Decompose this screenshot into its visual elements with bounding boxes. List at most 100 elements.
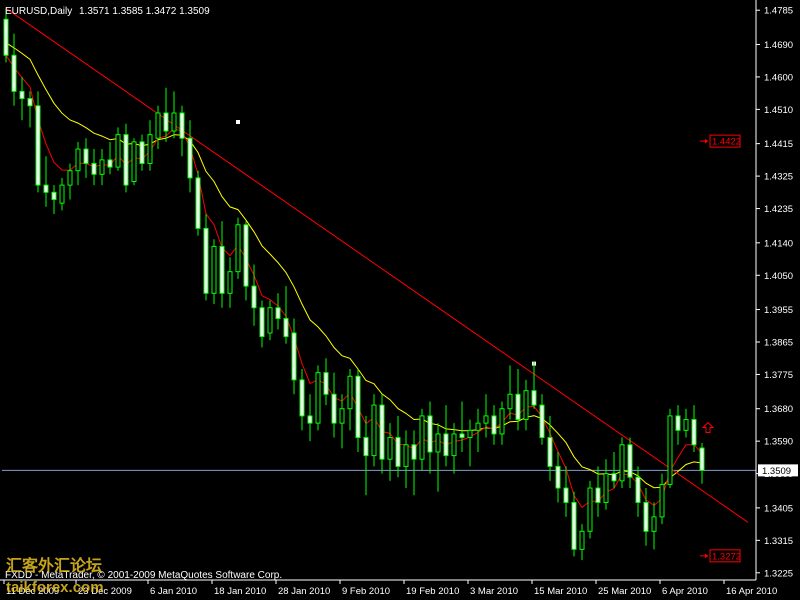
candle-body-bull xyxy=(115,134,121,168)
y-tick-label: 1.3680 xyxy=(764,404,793,415)
candle-body-bull xyxy=(603,473,609,503)
candle-body-bear xyxy=(331,393,337,424)
candle-body-bull xyxy=(619,444,625,482)
candle[interactable] xyxy=(35,91,41,193)
candle[interactable] xyxy=(195,170,201,236)
candle-body-bull xyxy=(667,415,673,485)
candle-body-bear xyxy=(675,415,681,431)
candle-body-bear xyxy=(411,444,417,460)
candle-body-bear xyxy=(363,437,369,457)
candle-body-bear xyxy=(699,447,705,471)
x-tick-label: 28 Jan 2010 xyxy=(278,586,330,597)
candle-body-bear xyxy=(43,184,49,193)
candle-body-bear xyxy=(51,191,57,201)
candle-body-bull xyxy=(659,483,665,518)
candle[interactable] xyxy=(371,394,377,467)
price-chart[interactable]: 1.4422 1.3272 1.4785 1.4690 1.4600 1.4510 1.4… xyxy=(0,0,800,600)
candle-body-bear xyxy=(459,433,465,439)
candle-body-bear xyxy=(427,415,433,453)
candle-body-bear xyxy=(195,177,201,229)
candle-body-bear xyxy=(635,476,641,503)
candle-body-bear xyxy=(555,465,561,489)
x-tick-label: 25 Mar 2010 xyxy=(598,586,651,597)
candle-body-bull xyxy=(147,134,153,164)
candle-body-bear xyxy=(139,141,145,164)
candle-body-bear xyxy=(291,332,297,381)
y-tick-label: 1.3405 xyxy=(764,503,793,514)
candle-body-bear xyxy=(515,393,521,421)
candle-body-bull xyxy=(227,271,233,294)
candle[interactable] xyxy=(131,138,137,186)
candle-body-bear xyxy=(251,285,257,309)
y-tick-label: 1.4235 xyxy=(764,204,793,215)
candle-body-bull xyxy=(347,375,353,410)
candle-body-bull xyxy=(235,224,241,273)
candle-body-bull xyxy=(131,141,137,183)
y-tick-label: 1.4785 xyxy=(764,6,793,17)
current-price-label: 1.3509 xyxy=(762,466,791,477)
candle-body-bull xyxy=(587,487,593,532)
candle-body-bull xyxy=(267,307,273,334)
candle-body-bear xyxy=(275,307,281,320)
level-label: 1.4422 xyxy=(712,137,741,148)
candle[interactable] xyxy=(235,217,241,279)
candle-body-bear xyxy=(563,487,569,503)
candle-body-bear xyxy=(259,307,265,338)
candle-body-bear xyxy=(643,501,649,532)
candle[interactable] xyxy=(587,480,593,539)
level-label: 1.3272 xyxy=(712,551,741,562)
candle-body-bull xyxy=(523,390,529,421)
candle-body-bear xyxy=(491,415,497,435)
candle-body-bull xyxy=(683,419,689,431)
candle-body-bear xyxy=(547,437,553,467)
y-tick-label: 1.3775 xyxy=(764,370,793,381)
candle-body-bull xyxy=(651,516,657,532)
candle-body-bull xyxy=(67,170,73,186)
candle-body-bull xyxy=(467,429,473,439)
candle-body-bear xyxy=(395,437,401,467)
candle-body-bear xyxy=(19,90,25,100)
y-tick-label: 1.4140 xyxy=(764,238,793,249)
y-tick-label: 1.3315 xyxy=(764,536,793,547)
candle-body-bear xyxy=(323,372,329,395)
candle-body-bear xyxy=(83,148,89,164)
candle-body-bull xyxy=(171,112,177,132)
candle-body-bull xyxy=(211,245,217,294)
x-tick-label: 18 Jan 2010 xyxy=(214,586,266,597)
y-tick-label: 1.4415 xyxy=(764,139,793,150)
candle-body-bear xyxy=(299,379,305,417)
candle-body-bull xyxy=(99,159,105,175)
candle-body-bear xyxy=(107,159,113,168)
candle-body-bear xyxy=(123,134,129,186)
candle-body-bear xyxy=(539,404,545,439)
symbol-timeframe: EURUSD,Daily xyxy=(5,6,72,17)
x-tick-label: 19 Feb 2010 xyxy=(406,586,459,597)
candle-body-bull xyxy=(387,437,393,460)
candle-body-bear xyxy=(355,375,361,439)
trend-anchor-marker[interactable] xyxy=(236,120,240,125)
watermark-cn: 汇客外汇论坛 xyxy=(6,556,102,575)
y-tick-label: 1.4600 xyxy=(764,72,793,83)
candle-body-bull xyxy=(475,422,481,431)
candle-body-bull xyxy=(403,444,409,467)
candle-body-bear xyxy=(179,112,185,139)
x-tick-label: 16 Apr 2010 xyxy=(726,586,777,597)
candle-body-bull xyxy=(371,404,377,457)
x-tick-label: 3 Mar 2010 xyxy=(470,586,518,597)
candle-body-bull xyxy=(451,433,457,457)
candle[interactable] xyxy=(667,408,673,489)
candle[interactable] xyxy=(315,365,321,431)
candle-body-bull xyxy=(315,372,321,424)
candle-body-bear xyxy=(691,419,697,446)
candle-body-bull xyxy=(155,112,161,139)
candle-body-bear xyxy=(35,105,41,186)
x-tick-label: 6 Apr 2010 xyxy=(662,586,708,597)
candle-body-bear xyxy=(595,487,601,503)
candle-body-bear xyxy=(203,227,209,294)
candle-body-bear xyxy=(627,444,633,478)
candle-body-bull xyxy=(499,408,505,435)
chart-background xyxy=(0,0,800,600)
candle-body-bear xyxy=(11,54,17,92)
candle-body-bear xyxy=(571,501,577,550)
candle[interactable] xyxy=(619,437,625,489)
